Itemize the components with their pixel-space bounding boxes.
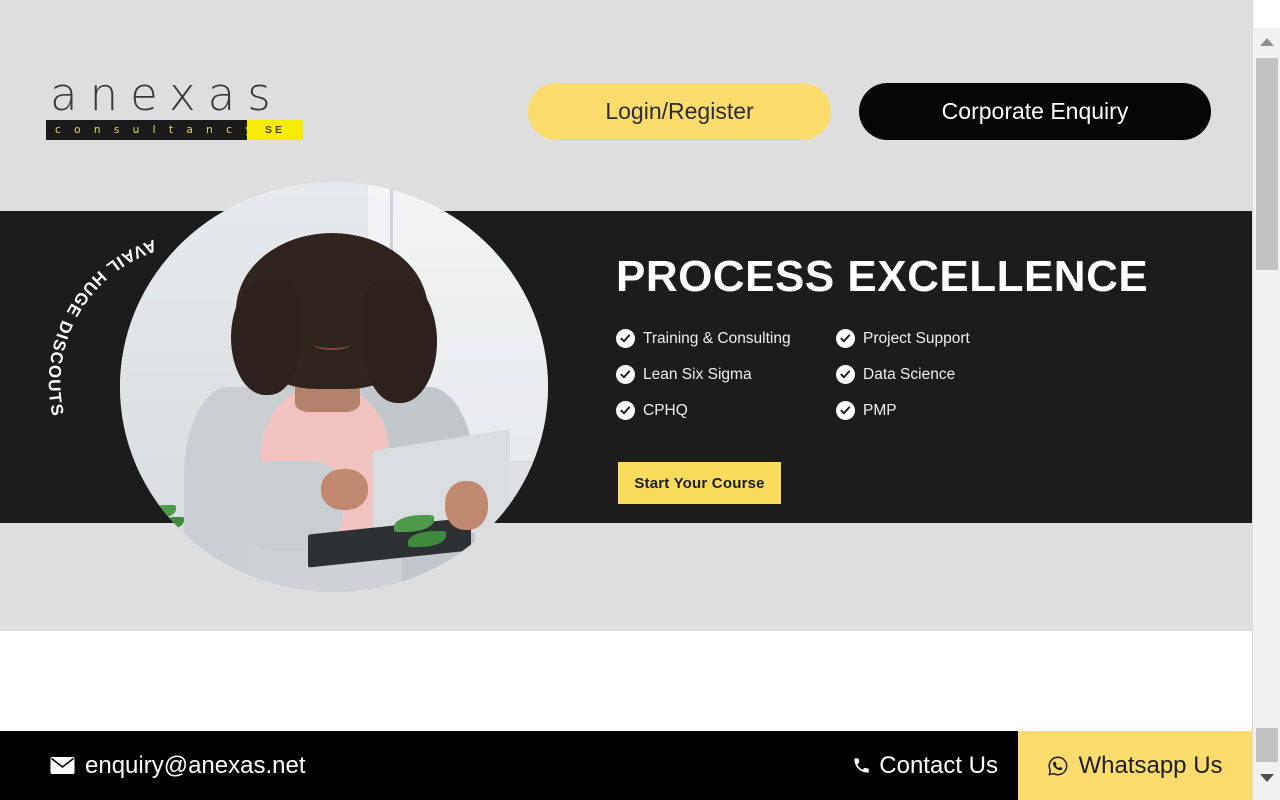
phone-icon — [852, 756, 871, 775]
logo-subtitle: c o n s u l t a n c y — [55, 124, 257, 136]
anexas-logo[interactable]: anexas c o n s u l t a n c y SE — [46, 72, 304, 140]
sticky-footer-bar: enquiry@anexas.net Contact Us Whatsapp U… — [0, 731, 1252, 800]
whatsapp-icon — [1047, 755, 1069, 777]
feature-label: Project Support — [863, 329, 970, 347]
page-white-gap — [0, 631, 1252, 731]
hero-title: PROCESS EXCELLENCE — [616, 252, 1149, 301]
woman-with-laptop-photo — [120, 182, 548, 592]
check-circle-icon — [616, 329, 635, 348]
footer-contact-text: Contact Us — [879, 751, 998, 779]
scrollbar-top-cap — [1253, 0, 1280, 28]
check-circle-icon — [836, 329, 855, 348]
footer-email-text: enquiry@anexas.net — [85, 751, 306, 779]
feature-label: CPHQ — [643, 401, 688, 419]
login-register-button[interactable]: Login/Register — [528, 83, 831, 140]
browser-scrollbar[interactable] — [1252, 0, 1280, 800]
feature-item: CPHQ — [616, 401, 836, 420]
footer-whatsapp-text: Whatsapp Us — [1078, 751, 1223, 779]
scrollbar-up-arrow[interactable] — [1253, 28, 1280, 56]
scrollbar-thumb[interactable] — [1256, 58, 1278, 270]
browser-viewport: anexas c o n s u l t a n c y SE Login/Re… — [0, 0, 1252, 800]
feature-item: Data Science — [836, 365, 1036, 384]
check-circle-icon — [616, 365, 635, 384]
scrollbar-lower-thumb[interactable] — [1256, 728, 1278, 762]
feature-label: PMP — [863, 401, 897, 419]
feature-item: Training & Consulting — [616, 329, 836, 348]
feature-item: Lean Six Sigma — [616, 365, 836, 384]
check-circle-icon — [616, 401, 635, 420]
feature-item: PMP — [836, 401, 1036, 420]
hero-feature-list: Training & Consulting Project Support Le… — [616, 329, 1036, 420]
feature-label: Data Science — [863, 365, 956, 383]
logo-subtitle-bar: c o n s u l t a n c y SE — [46, 120, 303, 140]
footer-email-link[interactable]: enquiry@anexas.net — [50, 731, 306, 800]
check-circle-icon — [836, 365, 855, 384]
scrollbar-down-arrow[interactable] — [1253, 764, 1280, 792]
logo-wordmark: anexas — [50, 68, 283, 121]
feature-item: Project Support — [836, 329, 1036, 348]
feature-label: Training & Consulting — [643, 329, 791, 347]
site-header: anexas c o n s u l t a n c y SE Login/Re… — [0, 0, 1252, 211]
footer-whatsapp-button[interactable]: Whatsapp Us — [1018, 731, 1252, 800]
corporate-enquiry-button[interactable]: Corporate Enquiry — [859, 83, 1211, 140]
check-circle-icon — [836, 401, 855, 420]
start-your-course-button[interactable]: Start Your Course — [618, 462, 781, 504]
footer-contact-link[interactable]: Contact Us — [852, 731, 998, 800]
envelope-icon — [50, 756, 75, 775]
feature-label: Lean Six Sigma — [643, 365, 752, 383]
logo-se-badge: SE — [247, 120, 303, 140]
